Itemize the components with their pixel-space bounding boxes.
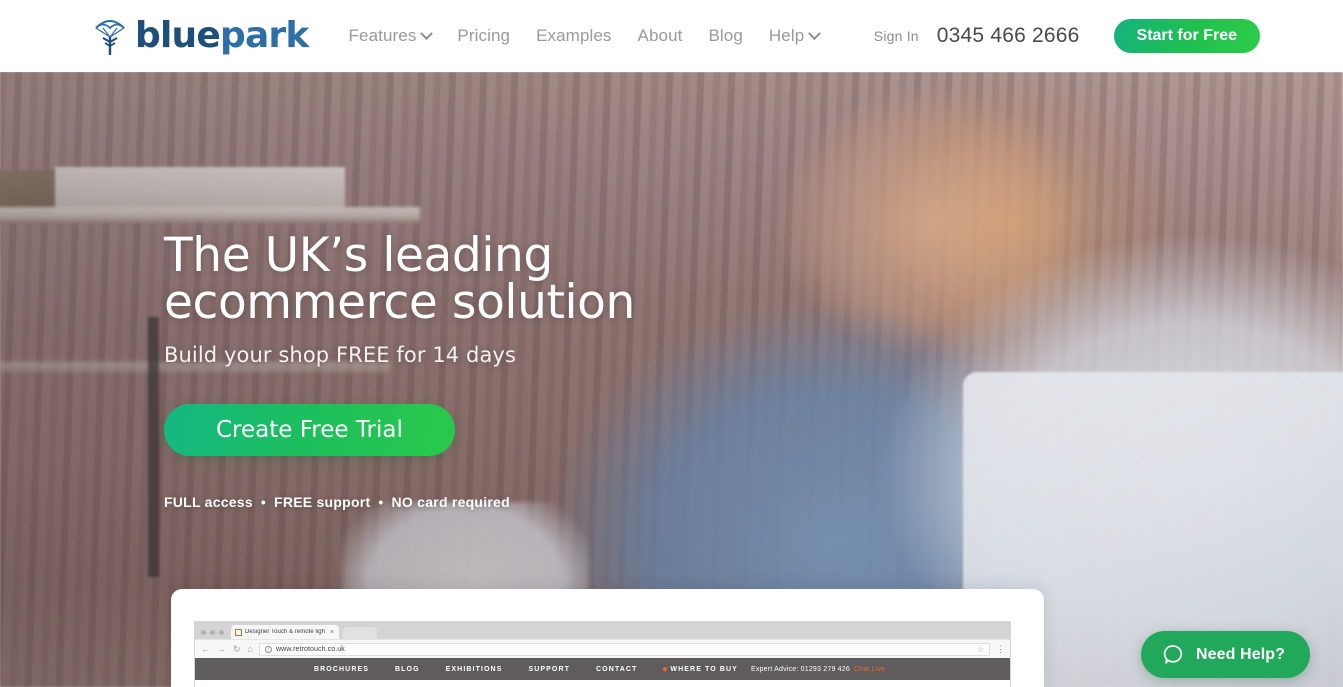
browser-menu-icon[interactable]: ⋮: [996, 645, 1005, 654]
mock-site-navigation: BROCHURES BLOG EXHIBITIONS SUPPORT CONTA…: [195, 658, 1010, 680]
home-icon[interactable]: ⌂: [248, 644, 253, 654]
mock-nav-blog[interactable]: BLOG: [382, 666, 433, 673]
mock-nav-support[interactable]: SUPPORT: [515, 666, 583, 673]
mock-nav-where-to-buy[interactable]: WHERE TO BUY: [650, 666, 751, 673]
nav-item-examples[interactable]: Examples: [523, 20, 624, 52]
nav-item-help[interactable]: Help: [756, 20, 832, 52]
window-controls: [201, 630, 224, 639]
mock-chat-live-link[interactable]: Chat Live: [854, 666, 885, 673]
favicon-icon: [235, 628, 242, 636]
browser-tab-inactive[interactable]: [343, 627, 378, 639]
mock-expert-advice: Expert Advice: 01293 279 426 Chat Live: [751, 666, 885, 673]
start-for-free-button[interactable]: Start for Free: [1113, 19, 1260, 53]
mock-nav-contact[interactable]: CONTACT: [583, 666, 650, 673]
site-header: bluepark Features Pricing Examples About…: [0, 0, 1343, 72]
hero-subtitle: Build your shop FREE for 14 days: [164, 343, 516, 367]
window-maximize-dot[interactable]: [219, 630, 224, 635]
mock-nav-brochures[interactable]: BROCHURES: [301, 666, 382, 673]
site-info-icon[interactable]: i: [264, 645, 272, 653]
browser-toolbar: ← → ↻ ⌂ i www.retrotouch.co.uk ☆ ⋮: [195, 639, 1010, 658]
chevron-down-icon: [808, 26, 822, 40]
tab-close-icon[interactable]: ×: [328, 629, 334, 636]
nav-item-blog[interactable]: Blog: [695, 20, 755, 52]
browser-tab-active[interactable]: Designer Touch & remote ligh ×: [231, 625, 340, 639]
browser-window: Designer Touch & remote ligh × ← → ↻ ⌂ i…: [194, 621, 1011, 687]
sign-in-link[interactable]: Sign In: [874, 28, 919, 44]
hero-feature-1: FULL access: [164, 494, 253, 510]
address-bar[interactable]: i www.retrotouch.co.uk ☆: [258, 642, 990, 656]
nav-label-help: Help: [768, 26, 805, 45]
nav-label-blog: Blog: [708, 26, 743, 45]
hero-title: The UK’s leading ecommerce solution: [164, 232, 804, 326]
need-help-label: Need Help?: [1195, 645, 1285, 663]
nav-item-about[interactable]: About: [625, 20, 696, 52]
hero-feature-2: FREE support: [274, 494, 371, 510]
browser-tab-strip: Designer Touch & remote ligh ×: [195, 622, 1010, 639]
nav-label-pricing: Pricing: [457, 26, 511, 45]
mock-nav-exhibitions[interactable]: EXHIBITIONS: [433, 666, 516, 673]
hero-copy: The UK’s leading ecommerce solution Buil…: [164, 232, 804, 510]
nav-item-features[interactable]: Features: [336, 20, 445, 52]
browser-tab-title: Designer Touch & remote ligh: [245, 629, 325, 635]
feature-separator: •: [260, 494, 267, 510]
reload-icon[interactable]: ↻: [233, 644, 241, 654]
map-pin-icon: [662, 666, 669, 672]
nav-item-pricing[interactable]: Pricing: [444, 20, 523, 52]
hero-feature-list: FULL access • FREE support • NO card require…: [164, 494, 804, 510]
main-navigation: Features Pricing Examples About Blog Hel…: [336, 20, 833, 52]
logo-text: bluepark: [135, 18, 309, 54]
back-icon[interactable]: ←: [201, 644, 210, 654]
chat-bubble-icon: [1163, 645, 1183, 664]
parachute-tree-icon: [95, 19, 125, 55]
nav-label-features: Features: [348, 26, 417, 45]
mock-nav-where-to-buy-label: WHERE TO BUY: [670, 665, 738, 673]
address-bar-url: www.retrotouch.co.uk: [275, 645, 345, 653]
window-close-dot[interactable]: [201, 630, 206, 635]
create-free-trial-button[interactable]: Create Free Trial: [164, 404, 455, 456]
phone-number[interactable]: 0345 466 2666: [937, 24, 1080, 48]
nav-label-examples: Examples: [536, 26, 612, 45]
logo-text-blue: blue: [135, 15, 221, 56]
forward-icon[interactable]: →: [217, 644, 226, 654]
hero-title-line2: ecommerce solution: [164, 275, 635, 330]
logo-text-park: park: [219, 15, 309, 56]
nav-label-about: About: [637, 26, 683, 45]
browser-mockup-card: Designer Touch & remote ligh × ← → ↻ ⌂ i…: [171, 589, 1044, 687]
chevron-down-icon: [420, 26, 434, 40]
feature-separator: •: [378, 494, 384, 510]
window-minimize-dot[interactable]: [210, 630, 215, 635]
logo[interactable]: bluepark: [92, 15, 309, 57]
bookmark-star-icon[interactable]: ☆: [977, 645, 984, 654]
mock-site-body: [195, 680, 1010, 687]
need-help-chat-button[interactable]: Need Help?: [1140, 631, 1310, 678]
header-actions: Sign In 0345 466 2666 Start for Free: [874, 19, 1260, 53]
mock-expert-advice-text: Expert Advice: 01293 279 426: [750, 665, 850, 673]
hero-feature-3: NO card required: [391, 494, 510, 510]
page-root: bluepark Features Pricing Examples About…: [0, 0, 1343, 687]
browser-nav-icons: ← → ↻ ⌂: [201, 644, 253, 654]
